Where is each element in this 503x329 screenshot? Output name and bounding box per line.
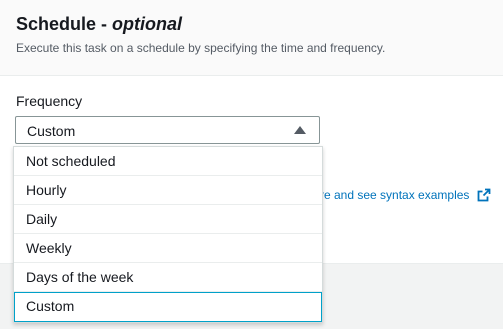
section-title-optional: optional [112,14,183,34]
syntax-examples-link-text: re and see syntax examples [320,188,470,202]
frequency-selected-value: Custom [27,123,76,139]
frequency-select[interactable]: Custom [15,116,320,144]
syntax-examples-link[interactable]: re and see syntax examples [320,188,491,202]
option-hourly[interactable]: Hourly [14,176,322,205]
section-description: Execute this task on a schedule by speci… [16,41,386,55]
section-title-main: Schedule - [16,14,113,34]
option-weekly[interactable]: Weekly [14,234,322,263]
option-not-scheduled[interactable]: Not scheduled [14,147,322,176]
option-custom[interactable]: Custom [14,292,322,322]
option-days-of-the-week[interactable]: Days of the week [14,263,322,292]
schedule-header: Schedule - optional Execute this task on… [0,0,503,76]
frequency-label: Frequency [16,93,83,109]
frequency-dropdown-list: Not scheduled Hourly Daily Weekly Days o… [13,146,323,323]
section-title: Schedule - optional [16,14,182,35]
external-link-icon [478,188,491,202]
caret-up-icon [294,126,306,134]
option-daily[interactable]: Daily [14,205,322,234]
